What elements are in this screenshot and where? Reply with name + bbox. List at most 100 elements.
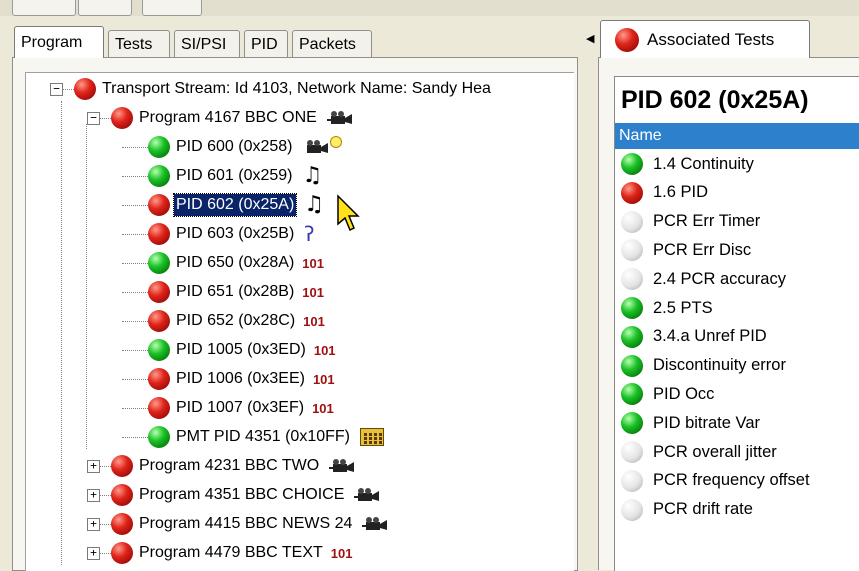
test-name: PCR Err Timer: [653, 212, 761, 231]
tree-node-pid[interactable]: PID 603 (0x25B) ʔ: [148, 222, 315, 246]
test-row[interactable]: 3.4.a Unref PID: [621, 324, 767, 350]
tab-associated-tests[interactable]: Associated Tests: [600, 20, 810, 58]
tree-node-program[interactable]: Program 4415 BBC NEWS 24: [111, 512, 388, 536]
tree-node-program[interactable]: Program 4479 BBC TEXT 101: [111, 541, 352, 565]
status-red-icon: [148, 310, 170, 332]
top-tab-stub[interactable]: [12, 0, 76, 16]
badge-101-icon: 101: [313, 342, 336, 358]
tree-node-program[interactable]: Program 4167 BBC ONE: [111, 106, 353, 130]
top-toolbar-strip: [0, 0, 859, 16]
tree-node-pid[interactable]: PID 650 (0x28A) 101: [148, 251, 324, 275]
tree-node-pid[interactable]: PID 602 (0x25A) ♫: [148, 193, 324, 217]
tab-packets[interactable]: Packets: [292, 30, 372, 57]
badge-101-icon: 101: [330, 545, 353, 561]
pid-title: PID 602 (0x25A): [615, 77, 859, 123]
test-row[interactable]: 1.6 PID: [621, 180, 708, 206]
tab-si-psi[interactable]: SI/PSI: [174, 30, 240, 57]
panel-splitter[interactable]: ◀: [584, 26, 596, 569]
status-green-icon: [621, 297, 643, 319]
program-tree[interactable]: Transport Stream: Id 4103, Network Name:…: [25, 72, 574, 571]
badge-101-icon: 101: [302, 255, 324, 271]
status-red-icon: [148, 281, 170, 303]
test-row[interactable]: 1.4 Continuity: [621, 151, 754, 177]
tree-node-pid[interactable]: PMT PID 4351 (0x10FF): [148, 425, 384, 449]
tab-program[interactable]: Program: [14, 26, 104, 58]
badge-101-icon: 101: [312, 400, 334, 416]
tree-node-pid[interactable]: PID 652 (0x28C) 101: [148, 309, 325, 333]
tree-node-label: PID 652 (0x28C): [176, 312, 296, 329]
badge-101-icon: 101: [303, 313, 325, 329]
tree-node-label: PID 1007 (0x3EF): [176, 399, 305, 416]
mouse-pointer-icon: [337, 194, 360, 232]
test-row[interactable]: PID bitrate Var: [621, 410, 760, 436]
associated-tests-list[interactable]: PID 602 (0x25A) Name 1.4 Continuity 1.6 P…: [614, 76, 859, 571]
camera-icon: [362, 516, 388, 532]
camera-icon: [354, 487, 380, 503]
status-red-icon: [111, 513, 133, 535]
test-row[interactable]: PCR drift rate: [621, 497, 753, 523]
test-name: 2.5 PTS: [653, 298, 713, 317]
column-header-name[interactable]: Name: [615, 123, 859, 149]
status-grey-icon: [621, 239, 643, 262]
test-row[interactable]: 2.4 PCR accuracy: [621, 266, 786, 292]
tree-node-label: Transport Stream: Id 4103, Network Name:…: [102, 80, 491, 97]
music-note-icon: ♫: [304, 192, 325, 217]
tree-node-label: PID 651 (0x28B): [176, 283, 295, 300]
tree-node-label: PID 603 (0x25B): [176, 225, 295, 242]
tree-node-label: PMT PID 4351 (0x10FF): [176, 428, 350, 445]
top-tab-stub[interactable]: [78, 0, 132, 16]
tree-node-pid[interactable]: PID 1007 (0x3EF) 101: [148, 396, 334, 420]
tab-label: Associated Tests: [647, 29, 775, 49]
tree-node-label: Program 4415 BBC NEWS 24: [139, 515, 353, 532]
tree-node-pid[interactable]: PID 651 (0x28B) 101: [148, 280, 324, 304]
tree-node-program[interactable]: Program 4231 BBC TWO: [111, 454, 355, 478]
tree-node-label: Program 4479 BBC TEXT: [139, 544, 323, 561]
status-green-icon: [148, 165, 170, 187]
test-name: PID bitrate Var: [653, 413, 760, 432]
status-green-icon: [148, 252, 170, 274]
tree-node-pid[interactable]: PID 1006 (0x3EE) 101: [148, 367, 335, 391]
test-name: PID Occ: [653, 384, 715, 403]
test-row[interactable]: Discontinuity error: [621, 353, 786, 379]
status-red-icon: [148, 368, 170, 390]
tree-node-label: PID 1006 (0x3EE): [176, 370, 305, 387]
associated-tests-frame: PID 602 (0x25A) Name 1.4 Continuity 1.6 P…: [598, 57, 859, 571]
tree-node-label: PID 602 (0x25A): [172, 193, 298, 217]
tree-node-pid[interactable]: PID 1005 (0x3ED) 101: [148, 338, 336, 362]
ear-icon: ʔ: [304, 222, 315, 246]
tree-node-label: Program 4231 BBC TWO: [139, 457, 320, 474]
tab-tests[interactable]: Tests: [108, 30, 170, 57]
status-red-icon: [621, 181, 643, 204]
top-tab-stub[interactable]: [142, 0, 202, 16]
tab-pid[interactable]: PID: [244, 30, 288, 57]
test-name: 1.6 PID: [653, 183, 709, 202]
tree-node-label: PID 601 (0x259): [176, 167, 293, 184]
tree-node-program[interactable]: Program 4351 BBC CHOICE: [111, 483, 380, 507]
test-row[interactable]: 2.5 PTS: [621, 295, 713, 321]
tree-node-pid[interactable]: PID 601 (0x259) ♫: [148, 164, 322, 188]
collapse-arrow-icon[interactable]: ◀: [586, 32, 594, 45]
status-grey-icon: [621, 268, 643, 291]
status-grey-icon: [621, 469, 643, 492]
test-row[interactable]: PCR Err Disc: [621, 237, 751, 263]
status-red-icon: [148, 223, 170, 245]
status-green-icon: [621, 383, 643, 406]
tree-node-label: Program 4351 BBC CHOICE: [139, 486, 345, 503]
test-name: PCR drift rate: [653, 500, 753, 519]
status-red-icon: [74, 78, 96, 100]
tree-node-label: PID 1005 (0x3ED): [176, 341, 306, 358]
test-row[interactable]: PCR overall jitter: [621, 439, 777, 465]
test-row[interactable]: PID Occ: [621, 381, 714, 407]
test-row[interactable]: PCR frequency offset: [621, 468, 810, 494]
tree-node-transport-stream[interactable]: Transport Stream: Id 4103, Network Name:…: [74, 77, 493, 101]
status-grey-icon: [621, 498, 643, 521]
status-red-icon: [111, 107, 133, 129]
test-row[interactable]: PCR Err Timer: [621, 209, 760, 235]
test-name: 2.4 PCR accuracy: [653, 269, 786, 288]
tree-node-pid[interactable]: PID 600 (0x258): [148, 135, 342, 159]
status-green-icon: [621, 325, 643, 348]
camera-icon: [326, 110, 353, 126]
status-grey-icon: [621, 441, 643, 463]
test-name: PCR overall jitter: [653, 442, 777, 461]
status-red-icon: [615, 27, 639, 52]
